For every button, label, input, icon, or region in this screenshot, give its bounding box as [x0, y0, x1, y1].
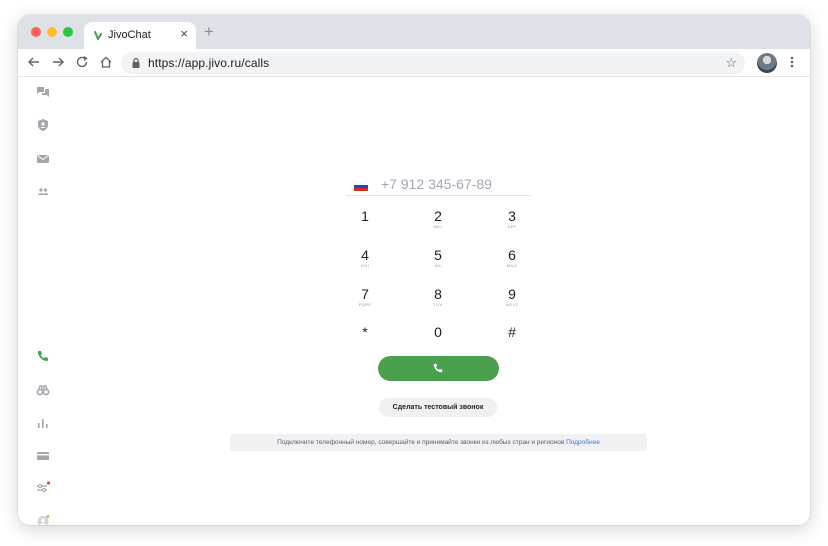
binoculars-icon[interactable]: [36, 383, 50, 397]
phone-call-icon: [433, 363, 443, 373]
url-text: https://app.jivo.ru/calls: [148, 56, 270, 70]
envelope-icon[interactable]: [36, 152, 50, 166]
app-content: +7 912 345-67-89 1 2 ABC 3 DEF 4 GHI 5 JKL 6…: [18, 78, 810, 525]
reload-icon[interactable]: [74, 54, 90, 70]
dial-key-7[interactable]: 7 PQRS: [345, 286, 385, 316]
more-menu-icon[interactable]: [789, 54, 795, 70]
phone-number-input[interactable]: +7 912 345-67-89: [346, 172, 531, 196]
star-icon[interactable]: ☆: [725, 55, 737, 71]
shield-user-icon[interactable]: [36, 118, 50, 132]
forward-arrow-icon[interactable]: [50, 54, 66, 70]
dial-key-hash[interactable]: #: [492, 324, 532, 354]
people-icon[interactable]: [36, 185, 50, 199]
card-icon[interactable]: [36, 449, 50, 463]
maximize-window-button[interactable]: [63, 27, 73, 37]
dial-key-0[interactable]: 0: [418, 324, 458, 354]
back-arrow-icon[interactable]: [26, 54, 42, 70]
title-bar: JivoChat × +: [18, 15, 810, 49]
info-text: Подключите телефонный номер, совершайте …: [277, 439, 565, 446]
dial-key-4[interactable]: 4 GHI: [345, 247, 385, 277]
dial-key-5[interactable]: 5 JKL: [418, 247, 458, 277]
phone-icon[interactable]: [36, 349, 50, 363]
tab-title: JivoChat: [108, 29, 151, 41]
chat-bubbles-icon[interactable]: [36, 86, 50, 100]
phone-placeholder: +7 912 345-67-89: [381, 176, 492, 192]
new-tab-button[interactable]: +: [204, 23, 214, 40]
minimize-window-button[interactable]: [47, 27, 57, 37]
close-window-button[interactable]: [31, 27, 41, 37]
learn-more-link[interactable]: Подробнее: [566, 439, 600, 446]
dial-key-2[interactable]: 2 ABC: [418, 208, 458, 238]
bar-chart-icon[interactable]: [36, 416, 50, 430]
browser-window: JivoChat × + https://app.jivo.ru/calls ☆: [18, 15, 810, 525]
dial-key-9[interactable]: 9 WXYZ: [492, 286, 532, 316]
dial-key-8[interactable]: 8 TUV: [418, 286, 458, 316]
tab-close-icon[interactable]: ×: [180, 27, 188, 41]
profile-avatar[interactable]: [757, 53, 777, 73]
home-icon[interactable]: [98, 54, 114, 70]
dial-key-6[interactable]: 6 MNO: [492, 247, 532, 277]
dial-key-star[interactable]: *: [345, 324, 385, 354]
address-bar[interactable]: https://app.jivo.ru/calls ☆: [121, 52, 745, 74]
ru-flag-icon[interactable]: [354, 182, 368, 191]
dial-key-3[interactable]: 3 DEF: [492, 208, 532, 238]
browser-tab[interactable]: JivoChat ×: [84, 22, 196, 49]
avatar-icon[interactable]: [36, 514, 50, 525]
info-banner: Подключите телефонный номер, совершайте …: [230, 434, 647, 451]
lock-icon: [132, 57, 140, 68]
call-button[interactable]: [378, 356, 499, 381]
dial-key-1[interactable]: 1: [345, 208, 385, 238]
jivo-favicon-icon: [94, 31, 102, 40]
sliders-icon[interactable]: [36, 481, 50, 495]
browser-toolbar: https://app.jivo.ru/calls ☆: [18, 49, 810, 77]
test-call-button[interactable]: Сделать тестовый звонок: [379, 398, 497, 417]
